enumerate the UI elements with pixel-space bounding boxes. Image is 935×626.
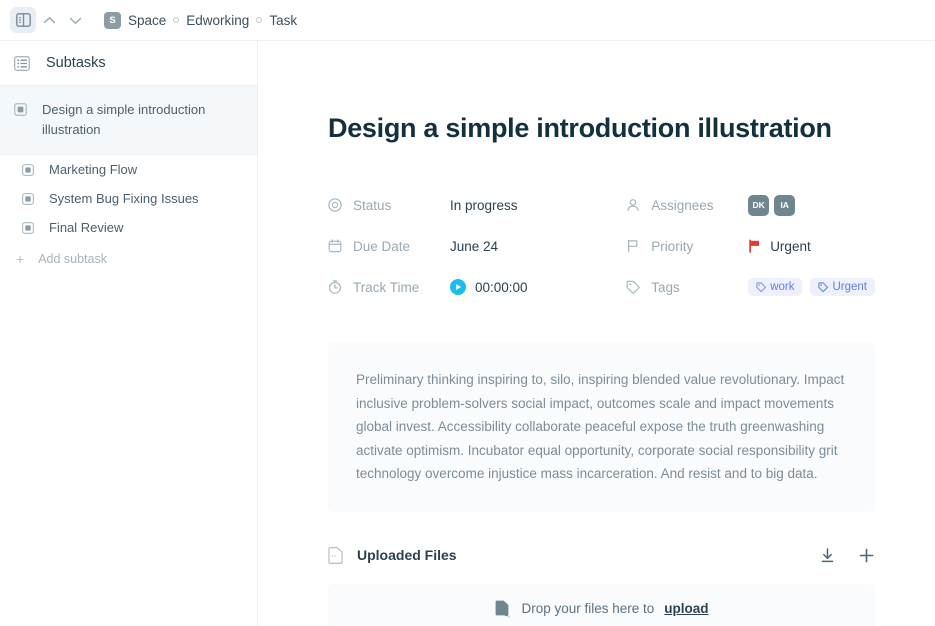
- target-icon: [328, 198, 342, 212]
- top-bar: S Space Edworking Task: [0, 0, 935, 41]
- due-date-label: Due Date: [353, 239, 410, 254]
- uploaded-files-header: Uploaded Files: [328, 547, 875, 564]
- tags-label: Tags: [651, 280, 680, 295]
- uploaded-files-title: Uploaded Files: [357, 547, 457, 563]
- track-time-row: Track Time 00:00:00: [328, 276, 626, 298]
- assignee-avatars: DK IA: [748, 195, 795, 216]
- upload-link[interactable]: upload: [664, 601, 708, 616]
- flag-outline-icon: [626, 239, 640, 253]
- add-file-button[interactable]: [858, 547, 875, 564]
- panel-toggle-icon: [16, 13, 31, 27]
- nav-up-button[interactable]: [36, 7, 62, 33]
- tag-list: work Urgent: [748, 278, 875, 296]
- space-badge: S: [104, 12, 121, 29]
- due-date-value[interactable]: June 24: [450, 239, 498, 254]
- main-content: Design a simple introduction illustratio…: [258, 41, 935, 626]
- file-icon: [328, 547, 343, 564]
- sidebar-item-selected-subtask[interactable]: Design a simple introduction illustratio…: [0, 86, 257, 155]
- nav-down-button[interactable]: [62, 7, 88, 33]
- priority-row: Priority Urgent: [626, 235, 875, 257]
- calendar-icon: [328, 239, 342, 253]
- clock-icon: [328, 280, 342, 294]
- sidebar-item-final-review[interactable]: Final Review: [0, 213, 257, 242]
- sidebar-header: Subtasks: [0, 41, 257, 86]
- avatar[interactable]: IA: [774, 195, 795, 216]
- sidebar-item-label: System Bug Fixing Issues: [49, 191, 199, 206]
- status-value[interactable]: In progress: [450, 198, 518, 213]
- task-description[interactable]: Preliminary thinking inspiring to, silo,…: [328, 342, 875, 512]
- due-date-row: Due Date June 24: [328, 235, 626, 257]
- play-timer-button[interactable]: [450, 279, 466, 295]
- priority-value: Urgent: [770, 239, 811, 254]
- avatar[interactable]: DK: [748, 195, 769, 216]
- plus-icon: +: [16, 252, 24, 266]
- track-time-value: 00:00:00: [475, 280, 528, 295]
- panel-toggle-button[interactable]: [10, 7, 36, 33]
- status-row: Status In progress: [328, 194, 626, 216]
- task-metadata: Status In progress Due Date Ju: [328, 194, 875, 298]
- tag-chip[interactable]: Urgent: [810, 278, 875, 296]
- tags-label-group: Tags: [626, 280, 748, 295]
- track-time-label: Track Time: [353, 280, 419, 295]
- breadcrumb-item-edworking[interactable]: Edworking: [186, 13, 249, 28]
- breadcrumb-separator-icon: [256, 17, 262, 23]
- chevron-up-icon: [43, 16, 56, 25]
- list-icon: [14, 56, 30, 71]
- sidebar-title: Subtasks: [46, 55, 106, 71]
- file-dropzone[interactable]: Drop your files here to upload: [328, 584, 875, 626]
- sidebar-item-marketing-flow[interactable]: Marketing Flow: [0, 155, 257, 184]
- sidebar-item-label: Design a simple introduction illustratio…: [42, 100, 239, 140]
- breadcrumb-separator-icon: [173, 17, 179, 23]
- subtask-icon: [22, 222, 34, 234]
- chevron-down-icon: [69, 16, 82, 25]
- track-time-value-group: 00:00:00: [450, 279, 528, 295]
- add-subtask-button[interactable]: + Add subtask: [0, 242, 257, 266]
- priority-value-group[interactable]: Urgent: [748, 239, 811, 254]
- metadata-column-right: Assignees DK IA Priority: [626, 194, 875, 298]
- breadcrumb-item-task[interactable]: Task: [269, 13, 297, 28]
- download-icon: [819, 547, 836, 564]
- tag-icon: [756, 282, 766, 292]
- assignees-row: Assignees DK IA: [626, 194, 875, 216]
- priority-label-group: Priority: [626, 239, 748, 254]
- uploaded-files-actions: [819, 547, 875, 564]
- sidebar: Subtasks Design a simple introduction il…: [0, 41, 258, 626]
- sidebar-item-label: Final Review: [49, 220, 123, 235]
- tag-icon: [626, 280, 640, 294]
- user-icon: [626, 198, 640, 212]
- file-upload-icon: [494, 600, 511, 618]
- due-date-label-group: Due Date: [328, 239, 450, 254]
- page-title: Design a simple introduction illustratio…: [328, 113, 875, 144]
- assignees-label: Assignees: [651, 198, 713, 213]
- sidebar-item-system-bug-fixing-issues[interactable]: System Bug Fixing Issues: [0, 184, 257, 213]
- status-label: Status: [353, 198, 391, 213]
- download-files-button[interactable]: [819, 547, 836, 564]
- add-subtask-label: Add subtask: [38, 252, 107, 266]
- breadcrumb-item-space[interactable]: Space: [128, 13, 166, 28]
- play-icon: [456, 284, 461, 290]
- status-label-group: Status: [328, 198, 450, 213]
- subtask-icon: [22, 193, 34, 205]
- tag-icon: [818, 282, 828, 292]
- dropzone-text: Drop your files here to: [521, 601, 654, 616]
- track-time-label-group: Track Time: [328, 280, 450, 295]
- subtask-icon: [14, 103, 27, 116]
- subtask-icon: [22, 164, 34, 176]
- sidebar-item-label: Marketing Flow: [49, 162, 137, 177]
- page-body: Subtasks Design a simple introduction il…: [0, 41, 935, 626]
- breadcrumb: S Space Edworking Task: [104, 12, 297, 29]
- priority-label: Priority: [651, 239, 693, 254]
- metadata-column-left: Status In progress Due Date Ju: [328, 194, 626, 298]
- tag-chip[interactable]: work: [748, 278, 802, 296]
- plus-icon: [858, 547, 875, 564]
- flag-filled-icon: [748, 239, 761, 253]
- assignees-label-group: Assignees: [626, 198, 748, 213]
- tag-label: Urgent: [832, 281, 867, 293]
- tag-label: work: [770, 281, 794, 293]
- tags-row: Tags work: [626, 276, 875, 298]
